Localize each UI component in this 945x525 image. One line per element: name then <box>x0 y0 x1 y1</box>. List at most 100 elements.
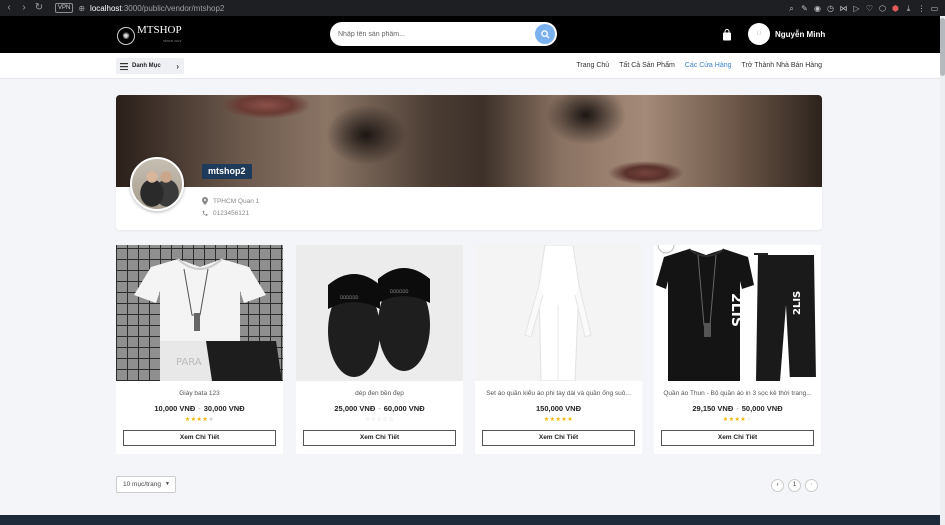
svg-text:DDDDDD: DDDDDD <box>390 289 408 294</box>
camera-icon[interactable]: ◉ <box>813 4 822 13</box>
product-image: 2LIS 2LIS <box>654 245 821 381</box>
nav-links: Trang Chủ Tất Cả Sản Phẩm Các Cửa Hàng T… <box>576 62 822 69</box>
flow-icon[interactable]: ⋈ <box>839 4 848 13</box>
page-scrollbar[interactable] <box>940 16 945 525</box>
star-icon: ★★★★ <box>722 417 747 423</box>
caret-down-icon: ▼ <box>165 481 170 487</box>
main-nav: Danh Mục › Trang Chủ Tất Cả Sản Phẩm Các… <box>0 53 940 79</box>
edit-icon[interactable]: ✎ <box>800 4 809 13</box>
shop-avatar <box>130 157 184 211</box>
site-header: ✺ MTSHOP SINCE 2022 LI Nguyễn Minh <box>0 16 940 53</box>
scrollbar-thumb[interactable] <box>940 18 945 76</box>
product-image <box>475 245 642 381</box>
site-logo[interactable]: ✺ MTSHOP SINCE 2022 <box>117 25 182 47</box>
per-page-select[interactable]: 10 mục/trang ▼ <box>116 476 176 493</box>
menu-icon[interactable]: ⋮ <box>917 4 926 13</box>
search-button[interactable] <box>535 24 555 44</box>
search-icon <box>540 29 550 39</box>
history-icon[interactable]: ◷ <box>826 4 835 13</box>
shop-name: mtshop2 <box>202 164 252 179</box>
product-card[interactable]: 2LIS 2LIS Quần áo Thun - Bộ quần áo in 3… <box>654 245 821 454</box>
view-detail-button[interactable]: Xem Chi Tiết <box>303 430 456 446</box>
svg-text:2LIS: 2LIS <box>792 291 803 315</box>
rating-stars: ★★★★★ <box>475 416 642 423</box>
site-info-icon[interactable]: ⊕ <box>78 4 85 13</box>
url-path: :3000/public/vendor/mtshop2 <box>121 3 225 13</box>
search-bar <box>330 22 557 46</box>
rating-stars: ☆☆☆☆☆ <box>296 416 463 423</box>
product-card[interactable]: PARA Giày bata 123 10,000 VNĐ -30,000 VNĐ… <box>116 245 283 454</box>
nav-link-become-seller[interactable]: Trở Thành Nhà Bán Hàng <box>742 62 822 69</box>
reload-icon[interactable]: ↻ <box>33 0 45 16</box>
price-min: 10,000 VNĐ <box>154 404 196 413</box>
extension-icon[interactable]: ⬡ <box>878 4 887 13</box>
logo-emblem-icon: ✺ <box>117 27 135 45</box>
zoom-icon[interactable]: ⌕ <box>787 4 796 13</box>
svg-text:DDDDDD: DDDDDD <box>340 295 358 300</box>
search-input[interactable] <box>338 28 528 40</box>
product-price: 25,000 VNĐ -60,000 VNĐ <box>334 404 425 413</box>
page-number-button[interactable]: 1 <box>788 479 801 492</box>
nav-link-stores[interactable]: Các Cửa Hàng <box>685 62 732 69</box>
product-title[interactable]: Quần áo Thun - Bộ quần áo in 3 sọc kẻ th… <box>660 390 815 397</box>
price-min: 150,000 VNĐ <box>535 404 582 413</box>
view-detail-button[interactable]: Xem Chi Tiết <box>482 430 635 446</box>
extension-red-icon[interactable]: ⬢ <box>891 4 900 13</box>
price-max: 30,000 VNĐ <box>203 404 245 413</box>
star-icon: ★★★★★ <box>543 417 574 423</box>
product-title[interactable]: Set áo quần kiểu áo phi tay dài và quần … <box>481 390 636 397</box>
url-host: localhost <box>90 3 122 13</box>
star-empty-icon: ☆ <box>746 417 753 423</box>
price-max: 60,000 VNĐ <box>383 404 425 413</box>
forward-icon[interactable]: › <box>18 0 30 16</box>
view-detail-button[interactable]: Xem Chi Tiết <box>661 430 814 446</box>
per-page-value: 10 mục/trang <box>123 481 161 488</box>
next-page-button[interactable]: › <box>805 479 818 492</box>
product-price: 10,000 VNĐ -30,000 VNĐ <box>154 404 245 413</box>
product-image: PARA <box>116 245 283 381</box>
shop-address-row: TPHCM Quan 1 <box>202 195 259 207</box>
star-empty-icon: ☆☆☆☆☆ <box>364 417 395 423</box>
back-icon[interactable]: ‹ <box>3 0 15 16</box>
vpn-badge[interactable]: VPN <box>55 3 74 13</box>
product-price: 150,000 VNĐ <box>475 404 642 413</box>
logo-text: MTSHOP <box>137 24 182 36</box>
heart-icon[interactable]: ♡ <box>865 4 874 13</box>
prev-page-button[interactable]: ‹ <box>771 479 784 492</box>
star-icon: ★★★★ <box>184 417 209 423</box>
pagination: ‹ 1 › <box>771 479 818 492</box>
site-footer <box>0 515 940 525</box>
logo-subtitle: SINCE 2022 <box>163 39 182 43</box>
chevron-right-icon: › <box>176 61 179 71</box>
browser-tools: ⌕ ✎ ◉ ◷ ⋈ ▷ ♡ ⬡ ⬢ ⤓ ⋮ ▭ <box>787 0 939 16</box>
nav-link-all-products[interactable]: Tất Cả Sản Phẩm <box>619 62 675 69</box>
rating-stars: ★★★★★ <box>116 416 283 423</box>
user-avatar[interactable]: LI <box>748 23 770 45</box>
product-price: 29,150 VNĐ -50,000 VNĐ <box>692 404 783 413</box>
product-image: DDDDDD DDDDDD <box>296 245 463 381</box>
price-min: 29,150 VNĐ <box>692 404 734 413</box>
shop-address: TPHCM Quan 1 <box>213 197 260 205</box>
shop-phone-row: 0123456121 <box>202 207 259 219</box>
product-title[interactable]: dép đen bền đẹp <box>302 390 457 397</box>
product-card[interactable]: DDDDDD DDDDDD dép đen bền đẹp 25,000 VNĐ… <box>296 245 463 454</box>
category-menu-label: Danh Mục <box>132 63 161 69</box>
product-card[interactable]: Set áo quần kiểu áo phi tay dài và quần … <box>475 245 642 454</box>
shopping-bag-icon <box>723 29 731 41</box>
product-title[interactable]: Giày bata 123 <box>122 390 277 397</box>
shop-phone: 0123456121 <box>213 209 250 217</box>
window-icon[interactable]: ▭ <box>930 4 939 13</box>
location-pin-icon <box>202 197 208 205</box>
shop-info: TPHCM Quan 1 0123456121 <box>202 195 259 219</box>
nav-link-home[interactable]: Trang Chủ <box>576 62 609 69</box>
download-icon[interactable]: ⤓ <box>904 4 913 13</box>
svg-text:PARA: PARA <box>176 357 202 368</box>
phone-icon <box>202 210 208 216</box>
category-menu-button[interactable]: Danh Mục › <box>116 58 184 74</box>
view-detail-button[interactable]: Xem Chi Tiết <box>123 430 276 446</box>
user-name[interactable]: Nguyễn Minh <box>775 30 825 39</box>
cart-button[interactable] <box>722 28 732 46</box>
address-bar[interactable]: localhost:3000/public/vendor/mtshop2 <box>90 4 224 13</box>
play-icon[interactable]: ▷ <box>852 4 861 13</box>
shop-profile-card: mtshop2 TPHCM Quan 1 0123456121 <box>116 95 822 230</box>
